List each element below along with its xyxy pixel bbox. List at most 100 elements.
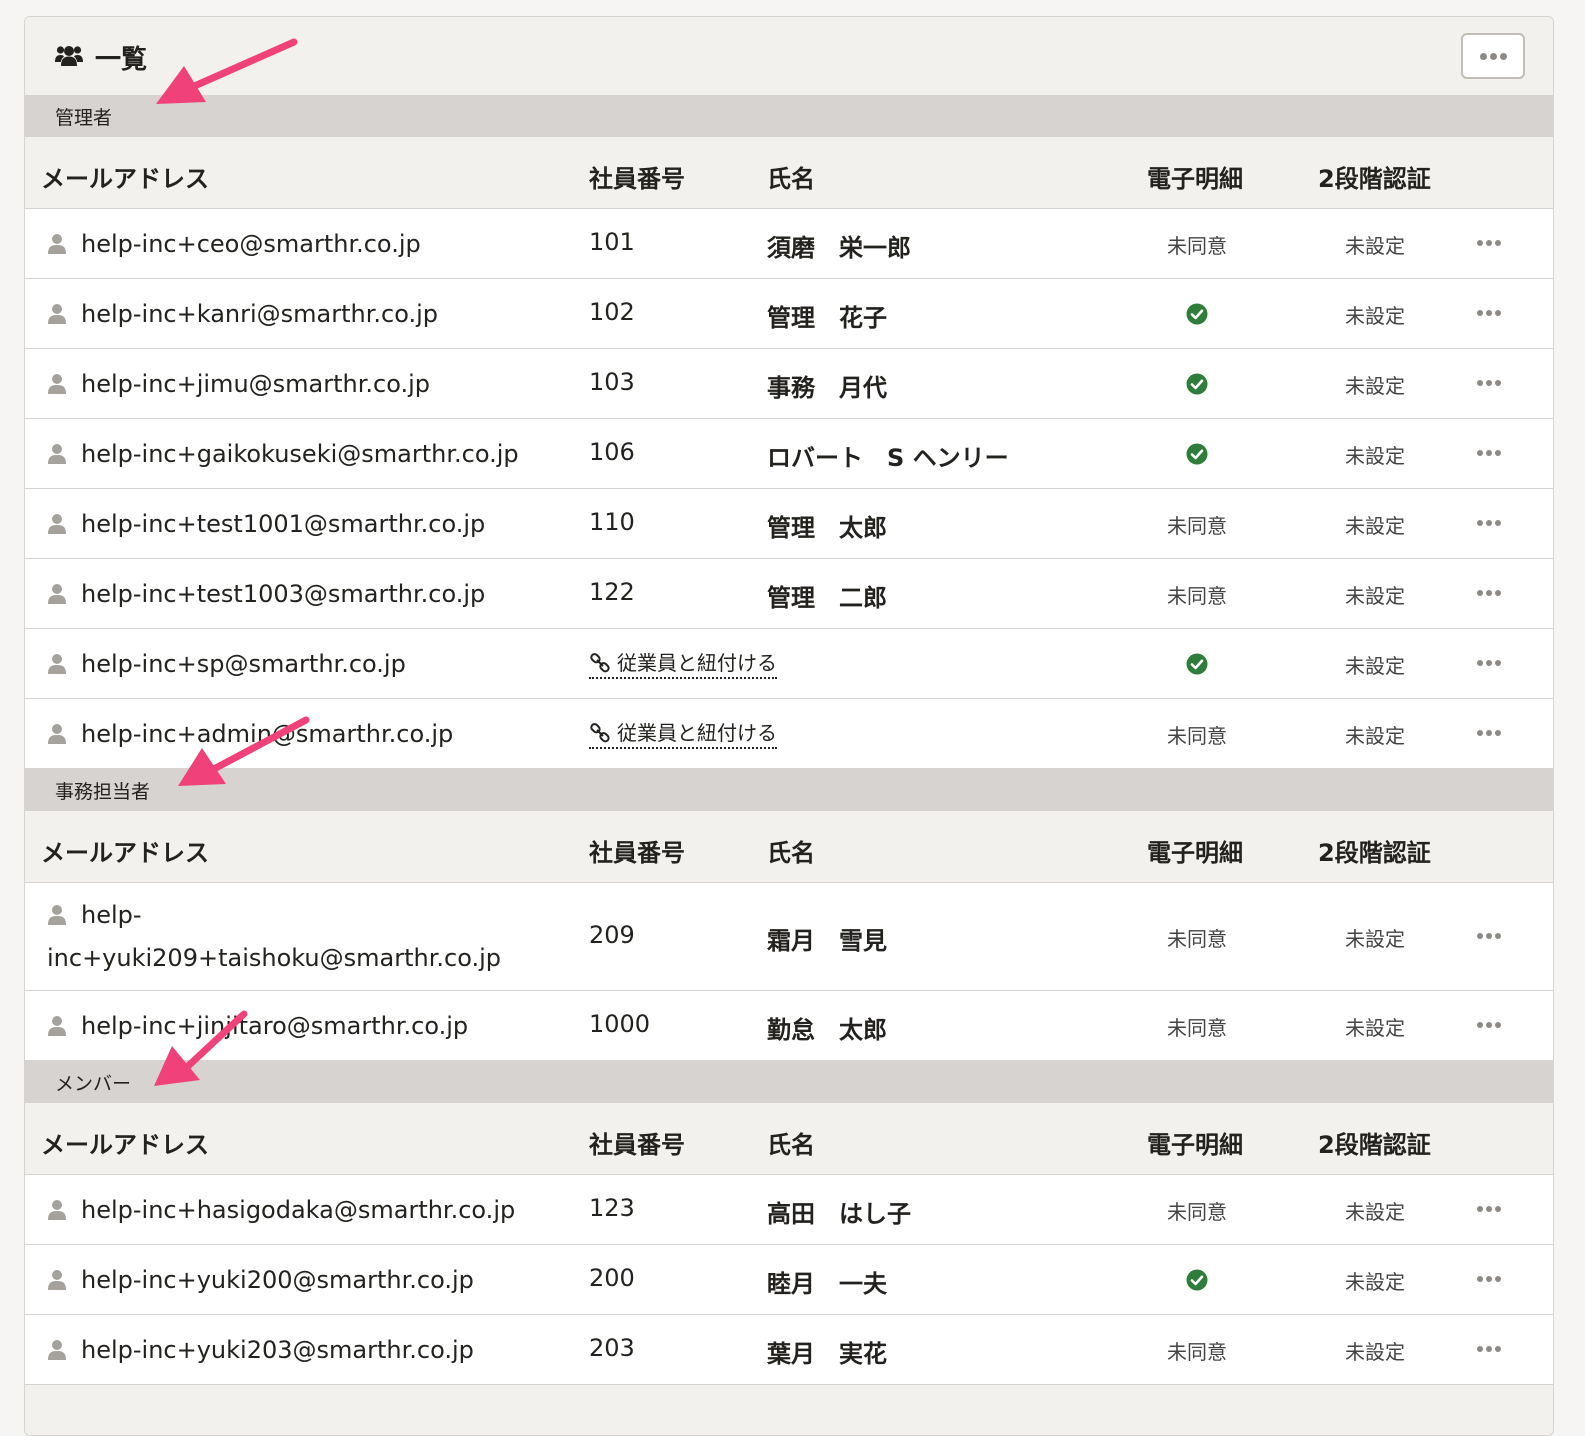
column-header-e-statement[interactable]: 電子明細	[1147, 159, 1243, 194]
person-icon	[47, 577, 67, 617]
column-header-name[interactable]: 氏名	[767, 159, 815, 194]
table-row[interactable]: help-inc+kanri@smarthr.co.jp 102 管理 花子 未設定	[25, 279, 1553, 349]
table-row[interactable]: help-inc+gaikokuseki@smarthr.co.jp 106 ロバー…	[25, 419, 1553, 489]
users-icon	[55, 44, 83, 72]
two-factor-status: 未設定	[1345, 654, 1405, 678]
person-icon	[47, 1009, 67, 1049]
column-header-email[interactable]: メールアドレス	[41, 159, 209, 194]
column-header-name[interactable]: 氏名	[767, 833, 815, 868]
column-header-email[interactable]: メールアドレス	[41, 833, 209, 868]
table-row[interactable]: help-inc+test1001@smarthr.co.jp 110 管理 太郎 未…	[25, 489, 1553, 559]
row-more-button[interactable]	[1477, 1022, 1501, 1028]
two-factor-status: 未設定	[1345, 584, 1405, 608]
row-more-button[interactable]	[1477, 590, 1501, 596]
consent-status: 未同意	[1167, 927, 1227, 951]
more-horizontal-icon	[1477, 1022, 1501, 1028]
more-horizontal-icon	[1477, 310, 1501, 316]
email-text: help-inc+sp@smarthr.co.jp	[81, 650, 406, 678]
table-row[interactable]: help-inc+admin@smarthr.co.jp 従業員と紐付ける 未同意 未…	[25, 699, 1553, 769]
email-text: help-inc+jimu@smarthr.co.jp	[81, 370, 431, 398]
email-text: help-inc+test1001@smarthr.co.jp	[81, 510, 486, 538]
row-more-button[interactable]	[1477, 520, 1501, 526]
two-factor-status: 未設定	[1345, 444, 1405, 468]
row-more-button[interactable]	[1477, 450, 1501, 456]
link-employee-button[interactable]: 従業員と紐付ける	[589, 719, 777, 749]
group-label: メンバー	[55, 1072, 132, 1095]
consented-check-icon	[1137, 373, 1257, 400]
row-more-button[interactable]	[1477, 730, 1501, 736]
person-icon	[47, 898, 67, 938]
email-text: help-inc+test1003@smarthr.co.jp	[81, 580, 486, 608]
table-row[interactable]: help-inc+hasigodaka@smarthr.co.jp 123 高田 は…	[25, 1175, 1553, 1245]
row-more-button[interactable]	[1477, 660, 1501, 666]
row-more-button[interactable]	[1477, 240, 1501, 246]
header-more-button[interactable]	[1461, 33, 1525, 79]
employee-no: 106	[589, 438, 635, 466]
column-header-e-statement[interactable]: 電子明細	[1147, 1125, 1243, 1160]
consented-check-icon	[1137, 1269, 1257, 1296]
email-text: help-inc+gaikokuseki@smarthr.co.jp	[81, 440, 519, 468]
row-more-button[interactable]	[1477, 310, 1501, 316]
two-factor-status: 未設定	[1345, 514, 1405, 538]
email-cell: help-inc+ceo@smarthr.co.jp	[47, 224, 567, 267]
person-icon	[47, 1333, 67, 1373]
table-row[interactable]: help-inc+sp@smarthr.co.jp 従業員と紐付ける 未設定	[25, 629, 1553, 699]
column-header-two-factor[interactable]: 2段階認証	[1318, 1125, 1431, 1160]
more-horizontal-icon	[1477, 1346, 1501, 1352]
table-row[interactable]: help-inc+jimu@smarthr.co.jp 103 事務 月代 未設定	[25, 349, 1553, 419]
column-header-row: メールアドレス 社員番号 氏名 電子明細 2段階認証	[25, 137, 1553, 209]
employee-no: 122	[589, 578, 635, 606]
employee-name: 管理 二郎	[767, 584, 887, 612]
link-employee-button[interactable]: 従業員と紐付ける	[589, 649, 777, 679]
column-header-e-statement[interactable]: 電子明細	[1147, 833, 1243, 868]
row-more-button[interactable]	[1477, 1346, 1501, 1352]
more-horizontal-icon	[1477, 1276, 1501, 1282]
email-text: help-inc+yuki209+taishoku@smarthr.co.jp	[47, 901, 501, 972]
person-icon	[47, 437, 67, 477]
table-row[interactable]: help-inc+yuki203@smarthr.co.jp 203 葉月 実花 未同…	[25, 1315, 1553, 1385]
row-more-button[interactable]	[1477, 933, 1501, 939]
person-icon	[47, 227, 67, 267]
table-row[interactable]: help-inc+ceo@smarthr.co.jp 101 須磨 栄一郎 未同意 未設…	[25, 209, 1553, 279]
panel-title: 一覧	[55, 39, 147, 76]
person-icon	[47, 1193, 67, 1233]
email-cell: help-inc+jinjitaro@smarthr.co.jp	[47, 1006, 567, 1049]
table-row[interactable]: help-inc+yuki209+taishoku@smarthr.co.jp 2…	[25, 883, 1553, 991]
table-row[interactable]: help-inc+jinjitaro@smarthr.co.jp 1000 勤怠 太…	[25, 991, 1553, 1061]
employee-no: 1000	[589, 1010, 651, 1038]
consented-check-icon	[1137, 653, 1257, 680]
row-more-button[interactable]	[1477, 1206, 1501, 1212]
link-employee-label: 従業員と紐付ける	[617, 651, 777, 675]
column-header-employee-no[interactable]: 社員番号	[589, 159, 685, 194]
column-header-two-factor[interactable]: 2段階認証	[1318, 159, 1431, 194]
email-cell: help-inc+hasigodaka@smarthr.co.jp	[47, 1190, 567, 1233]
person-icon	[47, 367, 67, 407]
employee-no: 103	[589, 368, 635, 396]
email-cell: help-inc+yuki209+taishoku@smarthr.co.jp	[47, 895, 567, 978]
employee-name: 管理 花子	[767, 304, 887, 332]
employee-name: ロバート S ヘンリー	[767, 444, 1009, 472]
email-cell: help-inc+yuki203@smarthr.co.jp	[47, 1330, 567, 1373]
group-label: 事務担当者	[55, 780, 151, 803]
employee-no: 203	[589, 1334, 635, 1362]
column-header-email[interactable]: メールアドレス	[41, 1125, 209, 1160]
table-row[interactable]: help-inc+yuki200@smarthr.co.jp 200 睦月 一夫 未設…	[25, 1245, 1553, 1315]
email-text: help-inc+ceo@smarthr.co.jp	[81, 230, 421, 258]
employee-name: 須磨 栄一郎	[767, 234, 911, 262]
column-header-employee-no[interactable]: 社員番号	[589, 1125, 685, 1160]
email-text: help-inc+jinjitaro@smarthr.co.jp	[81, 1012, 469, 1040]
consent-status: 未同意	[1167, 724, 1227, 748]
employee-no: 110	[589, 508, 635, 536]
person-icon	[47, 297, 67, 337]
table-row[interactable]: help-inc+test1003@smarthr.co.jp 122 管理 二郎 未…	[25, 559, 1553, 629]
more-horizontal-icon	[1477, 450, 1501, 456]
two-factor-status: 未設定	[1345, 1270, 1405, 1294]
person-icon	[47, 717, 67, 757]
column-header-two-factor[interactable]: 2段階認証	[1318, 833, 1431, 868]
two-factor-status: 未設定	[1345, 1016, 1405, 1040]
member-list-panel: 一覧 管理者 メールアドレス 社員番号 氏名 電子明細 2段階認証 help-inc+ceo…	[24, 16, 1554, 1436]
column-header-name[interactable]: 氏名	[767, 1125, 815, 1160]
row-more-button[interactable]	[1477, 1276, 1501, 1282]
column-header-employee-no[interactable]: 社員番号	[589, 833, 685, 868]
row-more-button[interactable]	[1477, 380, 1501, 386]
